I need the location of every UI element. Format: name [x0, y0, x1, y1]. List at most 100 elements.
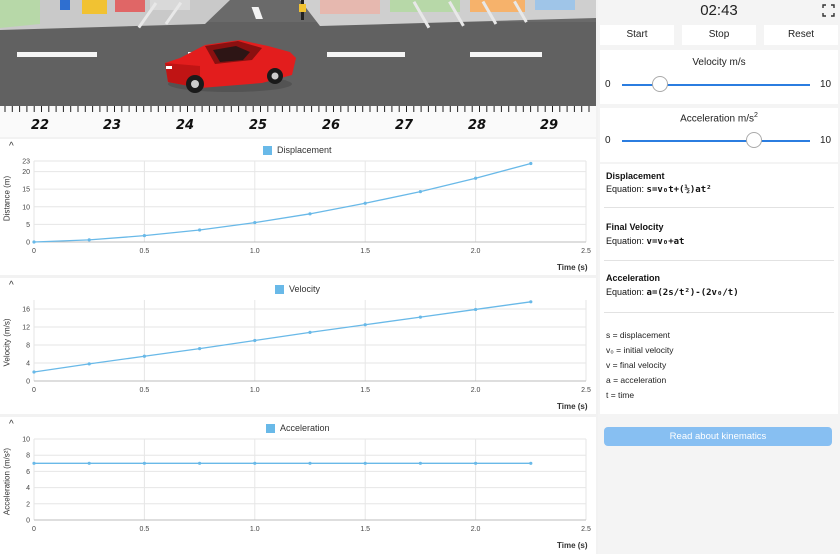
legend-line: v₀ = initial velocity [606, 345, 674, 355]
y-tick-label: 4 [26, 485, 30, 492]
y-tick-label: 10 [22, 437, 30, 444]
ruler-ticks [4, 106, 590, 112]
velocity-chart: ^ Velocity 0 4 8 12 16 0 0.5 1.0 1.5 2.0 2.5 Veloc… [0, 278, 596, 414]
data-point [418, 315, 422, 319]
timer-display: 02:43 [700, 2, 738, 19]
y-tick-label: 6 [26, 469, 30, 476]
equation-formula: s=v₀t+(½)at² [646, 185, 712, 195]
x-tick-label: 0 [32, 526, 36, 533]
y-axis-label: Velocity (m/s) [2, 318, 12, 367]
y-tick-label: 5 [26, 222, 30, 229]
slider-max-label: 10 [820, 79, 832, 90]
y-tick-label: 4 [26, 361, 30, 368]
y-axis-label: Acceleration (m/s²) [2, 447, 12, 516]
reset-button[interactable]: Reset [764, 25, 838, 45]
velocity-slider-thumb[interactable] [651, 76, 668, 92]
velocity-slider-card: Velocity m/s 0 10 [600, 50, 838, 104]
data-point [308, 330, 312, 334]
control-panel: 02:43 Start Stop Reset Velocity m/s 0 10… [598, 0, 840, 554]
data-point [308, 212, 312, 216]
data-point [418, 190, 422, 194]
equation-formula: a=(2s/t²)-(2v₀/t) [646, 288, 739, 298]
x-tick-label: 1.0 [250, 387, 260, 394]
data-point [142, 461, 146, 465]
y-tick-label: 0 [26, 240, 30, 247]
velocity-slider-track[interactable] [622, 84, 810, 86]
fullscreen-icon[interactable] [822, 4, 835, 17]
ruler-label: 28 [467, 118, 487, 133]
data-point [87, 362, 91, 366]
data-point [32, 461, 36, 465]
data-point [32, 370, 36, 374]
data-point [253, 461, 257, 465]
data-point [198, 228, 202, 232]
x-tick-label: 1.5 [360, 526, 370, 533]
x-axis-label: Time (s) [557, 541, 588, 550]
ruler-label: 25 [248, 118, 268, 133]
x-tick-label: 0.5 [140, 526, 150, 533]
legend-line: s = displacement [606, 330, 671, 340]
y-tick-label: 20 [22, 169, 30, 176]
x-axis-label: Time (s) [557, 402, 588, 411]
equation-title: Final Velocity [606, 222, 664, 232]
ruler-label: 27 [394, 118, 414, 133]
road-scene: 22 23 24 25 26 27 28 29 [0, 0, 596, 137]
acceleration-slider-card: Acceleration m/s2 0 10 [600, 108, 838, 162]
displacement-chart: ^ Displacement 0 5 10 15 20 23 0 0.5 1.0 1.5 2.0 2.… [0, 139, 596, 275]
data-point [363, 323, 367, 327]
ruler-label: 22 [30, 118, 50, 133]
equation-title: Acceleration [606, 273, 661, 283]
data-point [474, 461, 478, 465]
y-axis-label: Distance (m) [2, 175, 12, 222]
data-point [253, 221, 257, 225]
acceleration-slider-title-sup: 2 [754, 112, 758, 119]
data-point [363, 461, 367, 465]
x-tick-label: 0.5 [140, 248, 150, 255]
read-about-kinematics-button[interactable]: Read about kinematics [604, 427, 832, 446]
data-point [529, 461, 533, 465]
equation-formula: v=v₀+at [646, 237, 685, 247]
equation-prefix: Equation: [606, 287, 647, 297]
x-tick-label: 2.0 [471, 526, 481, 533]
distance-ruler: 22 23 24 25 26 27 28 29 [0, 106, 596, 137]
displacement-plot: 0 5 10 15 20 23 0 0.5 1.0 1.5 2.0 2.5 [22, 159, 591, 256]
x-tick-label: 2.5 [581, 526, 591, 533]
data-point [87, 461, 91, 465]
slider-min-label: 0 [605, 135, 611, 146]
y-tick-label: 16 [22, 307, 30, 314]
series-line [33, 162, 531, 243]
equation-line: Equation: s=v₀t+(½)at² [606, 184, 712, 195]
divider [604, 312, 834, 313]
acceleration-slider-thumb[interactable] [745, 132, 762, 148]
slider-max-label: 10 [820, 135, 832, 146]
ruler-label: 29 [539, 118, 559, 133]
start-button[interactable]: Start [600, 25, 674, 45]
data-point [474, 176, 478, 180]
data-point [87, 238, 91, 242]
x-axis-label: Time (s) [557, 263, 588, 272]
data-point [474, 307, 478, 312]
data-point [308, 461, 312, 465]
x-tick-label: 1.0 [250, 248, 260, 255]
acceleration-slider-track[interactable] [622, 140, 810, 142]
x-tick-label: 1.5 [360, 387, 370, 394]
data-point [32, 240, 36, 244]
data-point [142, 234, 146, 238]
data-point [529, 300, 533, 304]
x-tick-label: 2.5 [581, 248, 591, 255]
velocity-slider-title: Velocity m/s [692, 57, 746, 68]
equation-line: Equation: a=(2s/t²)-(2v₀/t) [606, 287, 739, 298]
divider [604, 207, 834, 208]
equation-prefix: Equation: [606, 184, 647, 194]
x-tick-label: 0 [32, 248, 36, 255]
stop-button[interactable]: Stop [682, 25, 756, 45]
legend-line: t = time [606, 390, 635, 400]
x-tick-label: 0 [32, 387, 36, 394]
data-point [529, 161, 533, 166]
equation-prefix: Equation: [606, 236, 647, 246]
data-point [142, 354, 146, 358]
legend-line: a = acceleration [606, 375, 667, 385]
y-tick-label: 15 [22, 187, 30, 194]
series-line [33, 301, 531, 373]
ruler-label: 24 [175, 118, 195, 133]
